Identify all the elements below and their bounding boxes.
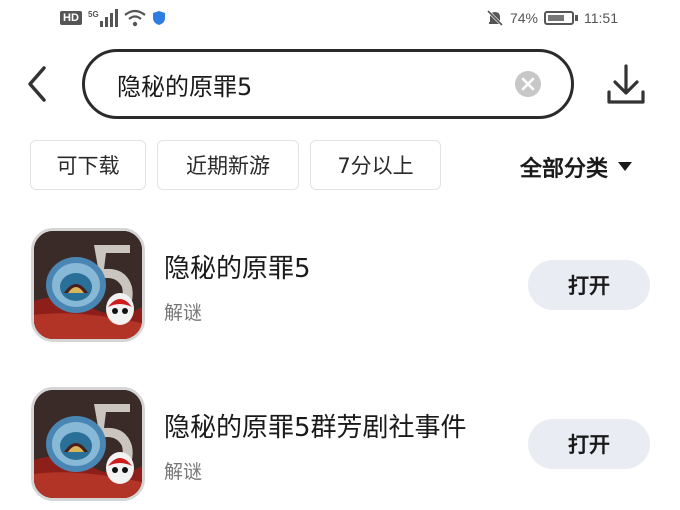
clock: 11:51 xyxy=(584,10,618,26)
list-item[interactable]: 隐秘的原罪5群芳剧社事件 解谜 打开 xyxy=(0,385,680,505)
app-icon xyxy=(31,228,145,342)
status-left: HD 5G xyxy=(60,9,166,27)
open-button[interactable]: 打开 xyxy=(528,260,650,310)
app-icon xyxy=(31,387,145,501)
download-icon xyxy=(607,64,645,104)
network-type: 5G xyxy=(88,10,99,19)
back-button[interactable] xyxy=(22,62,54,106)
list-item[interactable]: 隐秘的原罪5 解谜 打开 xyxy=(0,226,680,346)
filter-chip-new-games[interactable]: 近期新游 xyxy=(157,140,299,190)
category-label: 全部分类 xyxy=(520,157,609,182)
cellular-signal-icon: 5G xyxy=(88,9,118,27)
app-title: 隐秘的原罪5 xyxy=(164,254,311,284)
download-manager-button[interactable] xyxy=(604,62,648,108)
shield-icon xyxy=(152,11,165,25)
mute-bell-icon xyxy=(486,9,504,27)
clear-search-button[interactable] xyxy=(513,69,543,99)
status-bar: HD 5G 74% 11:51 xyxy=(0,0,680,38)
filter-chip-downloadable[interactable]: 可下载 xyxy=(30,140,146,190)
caret-down-icon xyxy=(618,162,633,171)
filter-chip-rating-7plus[interactable]: 7分以上 xyxy=(310,140,441,190)
search-query[interactable]: 隐秘的原罪5 xyxy=(117,67,513,102)
category-dropdown[interactable]: 全部分类 xyxy=(520,151,633,183)
app-category: 解谜 xyxy=(164,302,203,324)
hd-indicator: HD xyxy=(60,11,82,25)
battery-icon xyxy=(544,11,578,25)
app-title: 隐秘的原罪5群芳剧社事件 xyxy=(164,413,467,443)
open-button[interactable]: 打开 xyxy=(528,419,650,469)
chevron-left-icon xyxy=(28,66,46,102)
status-right: 74% 11:51 xyxy=(486,9,618,27)
close-circle-icon xyxy=(515,71,541,97)
app-category: 解谜 xyxy=(164,461,203,483)
wifi-icon xyxy=(124,9,146,27)
search-input[interactable]: 隐秘的原罪5 xyxy=(82,49,574,119)
battery-percent: 74% xyxy=(509,10,538,26)
